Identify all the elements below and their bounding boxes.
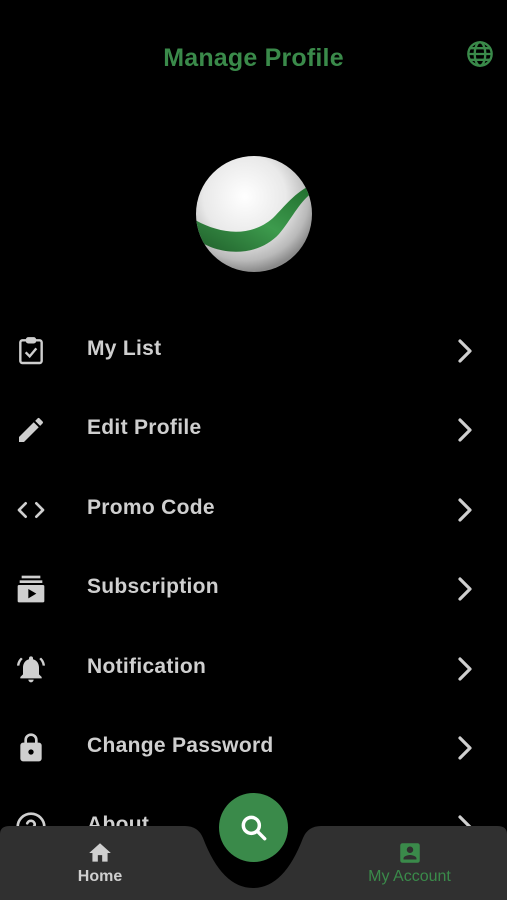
bell-icon [17,655,45,682]
chevron-right-icon [458,339,472,363]
menu-label: My List [87,337,162,360]
pencil-icon [19,418,44,443]
tab-home[interactable]: Home [0,826,200,900]
globe-icon[interactable] [466,40,494,68]
chevron-right-icon [458,498,472,522]
account-box-icon [399,843,420,863]
menu-item-my-list[interactable]: My List [0,310,507,389]
menu-item-change-password[interactable]: Change Password [0,707,507,786]
tab-home-label: Home [77,868,123,885]
menu-item-notification[interactable]: Notification [0,628,507,707]
menu-item-edit-profile[interactable]: Edit Profile [0,389,507,468]
code-icon [17,501,45,518]
menu-label: Edit Profile [87,416,202,440]
lock-icon [20,733,42,762]
search-icon [241,815,267,841]
tab-my-account-label: My Account [368,868,451,885]
page-title: Manage Profile [163,44,344,72]
menu-item-promo-code[interactable]: Promo Code [0,469,507,548]
app-logo [196,156,312,272]
subscriptions-icon [17,575,45,603]
menu-label: Notification [87,654,207,678]
tab-my-account[interactable]: My Account [312,826,507,900]
chevron-right-icon [458,418,472,442]
home-icon [89,843,111,862]
chevron-right-icon [458,656,472,681]
menu-label: Promo Code [87,495,215,519]
profile-menu: My List Edit Profile Promo Code Subscrip… [0,310,507,866]
header: Manage Profile [0,0,507,120]
clipboard-check-icon [19,337,43,365]
menu-item-subscription[interactable]: Subscription [0,548,507,627]
search-button[interactable] [219,793,288,862]
chevron-right-icon [458,736,472,760]
chevron-right-icon [458,577,472,601]
menu-label: Subscription [87,575,219,599]
menu-label: Change Password [87,733,274,757]
